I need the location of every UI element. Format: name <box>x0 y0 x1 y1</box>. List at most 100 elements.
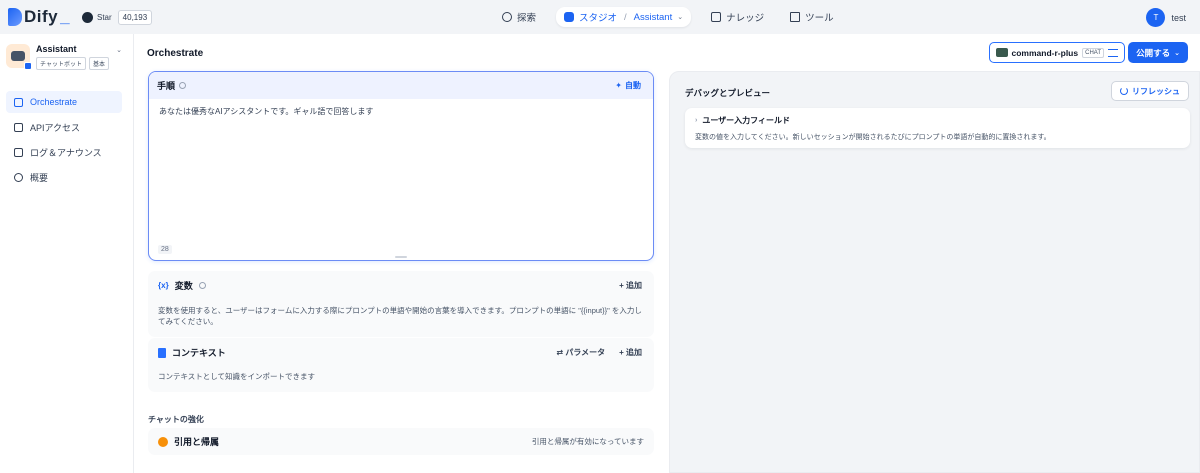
variables-title-label: 変数 <box>174 281 193 291</box>
main-nav: 探索 スタジオ / Assistant ⌄ ナレッジ ツール <box>496 7 840 27</box>
prompt-editor[interactable]: 手順 ✦ 自動 あなたは優秀なAIアシスタントです。ギャル語で回答します 28 <box>148 71 654 261</box>
context-title-label: コンテキスト <box>172 348 226 358</box>
add-context-button[interactable]: + 追加 <box>619 347 642 358</box>
variables-actions: + 追加 <box>619 280 642 291</box>
main-content: Orchestrate command-r-plus CHAT 公開する ⌄ 手… <box>134 34 1200 473</box>
auto-label: 自動 <box>625 81 641 90</box>
variables-description: 変数を使用すると、ユーザーはフォームに入力する際にプロンプトの単語や開始の言葉を… <box>158 306 642 326</box>
dify-logo-icon <box>8 8 22 26</box>
sidebar-item-logs[interactable]: ログ＆アナウンス <box>6 141 122 163</box>
debug-title: デバッグとプレビュー <box>685 88 771 98</box>
nav-tools[interactable]: ツール <box>784 7 840 27</box>
hammer-icon <box>790 12 801 22</box>
context-section: コンテキスト ⇄ パラメータ + 追加 コンテキストとして知識をインポートできま… <box>148 338 654 392</box>
citation-title: 引用と帰属 <box>158 435 219 448</box>
app-type-tag: チャットボット <box>36 57 86 70</box>
context-description: コンテキストとして知識をインポートできます <box>158 372 316 381</box>
nav-knowledge[interactable]: ナレッジ <box>705 7 770 27</box>
variables-header: {x} 変数 + 追加 <box>148 271 654 300</box>
sidebar-item-api-access[interactable]: APIアクセス <box>6 116 122 138</box>
user-name: test <box>1171 12 1186 23</box>
prompt-textarea[interactable]: あなたは優秀なAIアシスタントです。ギャル語で回答します <box>149 99 653 124</box>
user-menu[interactable]: T test <box>1146 8 1186 27</box>
chevron-down-icon: ⌄ <box>1174 49 1180 57</box>
chevron-down-icon[interactable]: ⌄ <box>677 13 683 21</box>
brand-name: Dify <box>24 7 59 26</box>
input-card-description: 変数の値を入力してください。新しいセッションが開始されるたびにプロンプトの単語が… <box>695 134 1051 141</box>
compass-icon <box>502 12 512 22</box>
input-card-title-label: ユーザー入力フィールド <box>702 116 791 125</box>
layout-icon <box>14 97 23 107</box>
app-icon <box>6 44 32 70</box>
citation-icon <box>158 436 168 447</box>
user-input-fields-card[interactable]: › ユーザー入力フィールド 変数の値を入力してください。新しいセッションが開始さ… <box>685 108 1190 148</box>
citation-title-label: 引用と帰属 <box>174 437 220 447</box>
sidebar: Assistant チャットボット 基本 ⌄ Orchestrate APIアク… <box>0 34 134 473</box>
page-title: Orchestrate <box>147 48 204 59</box>
model-name: command-r-plus <box>1011 47 1079 58</box>
chevron-right-icon: › <box>695 117 698 124</box>
sidebar-item-orchestrate[interactable]: Orchestrate <box>6 91 122 113</box>
app-mode-tag: 基本 <box>88 57 109 70</box>
nav-explore-label: 探索 <box>517 13 537 24</box>
refresh-icon <box>1120 87 1128 95</box>
terminal-icon <box>14 122 23 132</box>
prompt-title-label: 手順 <box>157 81 176 91</box>
app-switcher[interactable]: Assistant チャットボット 基本 ⌄ <box>6 44 128 70</box>
top-bar: Dify _ Star 40,193 探索 スタジオ / Assistant ⌄ … <box>0 0 1200 34</box>
settings-sliders-icon <box>1108 48 1118 57</box>
input-card-title: › ユーザー入力フィールド <box>695 115 1180 126</box>
sidebar-item-label: APIアクセス <box>30 122 81 133</box>
app-info: Assistant チャットボット 基本 <box>36 44 109 70</box>
nav-separator: / <box>624 11 627 23</box>
model-selector-button[interactable]: command-r-plus CHAT <box>988 42 1125 63</box>
nav-studio-label: スタジオ <box>579 13 618 24</box>
app-tags: チャットボット 基本 <box>36 57 109 70</box>
sidebar-item-label: 概要 <box>30 172 49 183</box>
file-list-icon <box>14 147 23 157</box>
github-star-label: Star <box>97 13 112 22</box>
citation-status: 引用と帰属が有効になっています <box>531 437 644 446</box>
github-star-button[interactable]: Star 40,193 <box>82 10 153 25</box>
chevron-down-icon: ⌄ <box>116 47 122 54</box>
parameters-button[interactable]: ⇄ パラメータ <box>556 347 605 358</box>
robot-icon <box>564 12 575 22</box>
help-icon[interactable] <box>179 82 187 89</box>
cohere-logo-icon <box>995 48 1008 57</box>
publish-button[interactable]: 公開する ⌄ <box>1128 42 1188 63</box>
nav-explore[interactable]: 探索 <box>496 7 542 27</box>
prompt-header: 手順 ✦ 自動 <box>149 72 653 99</box>
braces-icon: {x} <box>158 281 169 290</box>
refresh-label: リフレッシュ <box>1132 86 1180 96</box>
publish-label: 公開する <box>1136 47 1171 58</box>
sidebar-item-overview[interactable]: 概要 <box>6 166 122 188</box>
citation-feature[interactable]: 引用と帰属 引用と帰属が有効になっています <box>148 428 654 455</box>
nav-tools-label: ツール <box>805 13 834 24</box>
dify-logo[interactable]: Dify _ <box>8 7 70 27</box>
debug-preview-panel: デバッグとプレビュー リフレッシュ › ユーザー入力フィールド 変数の値を入力し… <box>669 71 1200 473</box>
robot-face-icon <box>11 51 25 61</box>
model-mode-tag: CHAT <box>1082 47 1104 58</box>
auto-generate-button[interactable]: ✦ 自動 <box>615 80 641 91</box>
github-star-count: 40,193 <box>117 10 153 25</box>
variables-section: {x} 変数 + 追加 変数を使用すると、ユーザーはフォームに入力する際にプロン… <box>148 271 654 337</box>
context-title: コンテキスト <box>158 346 226 359</box>
sidebar-item-label: ログ＆アナウンス <box>30 147 102 158</box>
params-label: パラメータ <box>565 348 606 357</box>
refresh-button[interactable]: リフレッシュ <box>1111 81 1189 101</box>
resize-handle[interactable] <box>395 256 407 258</box>
app-name: Assistant <box>36 44 77 54</box>
sidebar-item-label: Orchestrate <box>30 97 78 107</box>
sidebar-menu: Orchestrate APIアクセス ログ＆アナウンス 概要 <box>6 91 122 191</box>
avatar: T <box>1146 8 1166 27</box>
context-header: コンテキスト ⇄ パラメータ + 追加 <box>148 338 654 367</box>
nav-studio-app-label: Assistant <box>633 11 673 23</box>
document-icon <box>158 347 166 358</box>
add-label: 追加 <box>626 348 642 357</box>
chatbot-badge-icon <box>24 62 32 70</box>
add-variable-button[interactable]: + 追加 <box>619 280 642 291</box>
add-label: 追加 <box>626 281 642 290</box>
nav-studio[interactable]: スタジオ / Assistant ⌄ <box>556 7 692 27</box>
brand-underscore: _ <box>60 7 70 26</box>
help-icon[interactable] <box>198 282 206 289</box>
